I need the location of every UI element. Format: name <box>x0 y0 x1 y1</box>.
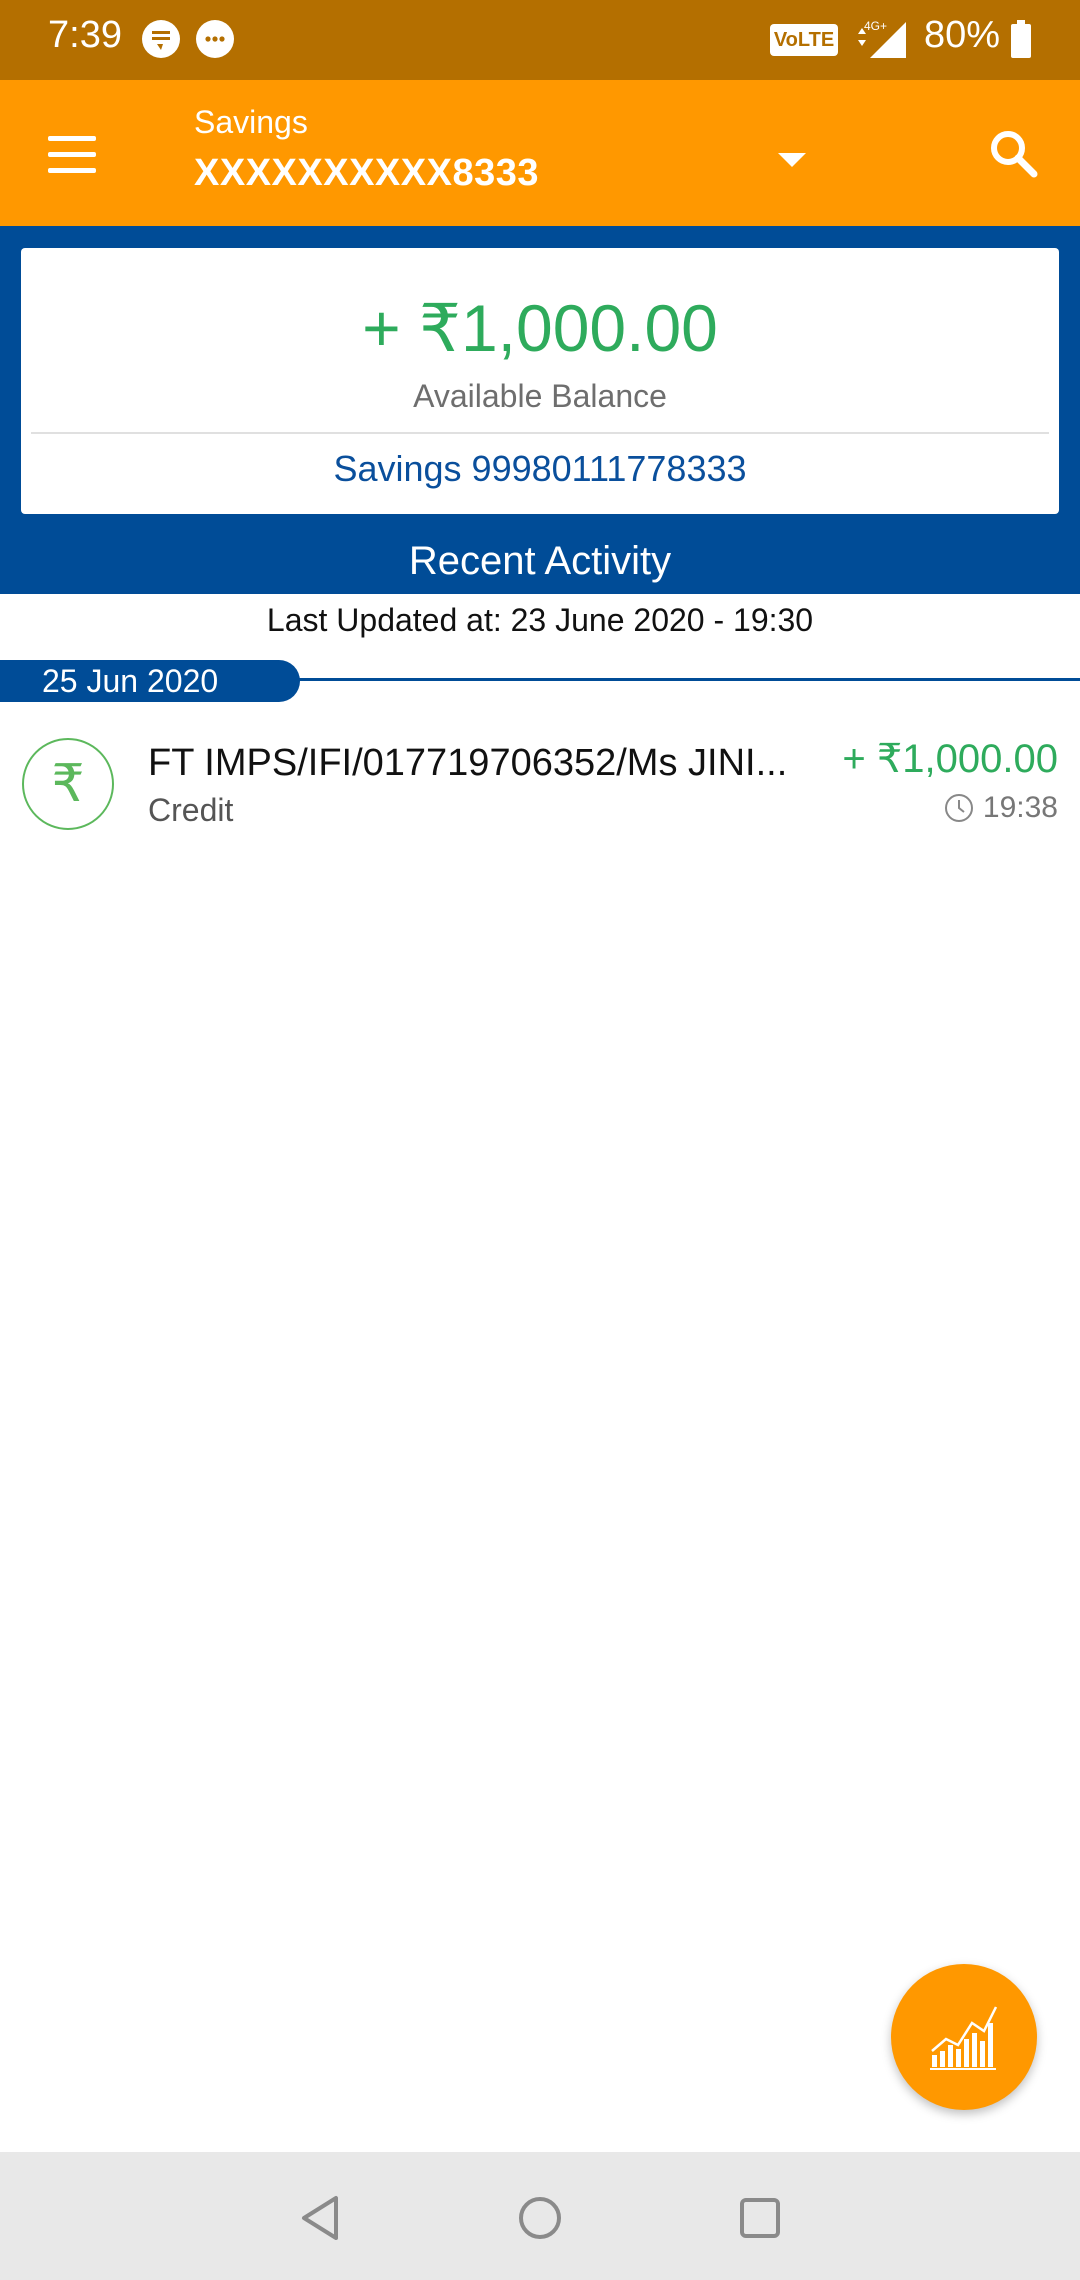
balance-panel: + ₹1,000.00 Available Balance Savings 99… <box>0 226 1080 594</box>
menu-icon <box>48 136 96 141</box>
date-header: 25 Jun 2020 <box>0 660 300 702</box>
network-type-label: 4G+ <box>864 19 887 33</box>
analytics-fab-button[interactable] <box>891 1964 1037 2110</box>
navigation-bar <box>0 2152 1080 2280</box>
transaction-row[interactable]: ₹ FT IMPS/IFI/017719706352/Ms JINI... Cr… <box>0 722 1080 842</box>
app-bar: Savings XXXXXXXXXX8333 <box>0 80 1080 226</box>
rupee-icon: ₹ <box>22 738 114 830</box>
divider <box>31 432 1049 434</box>
transaction-time: 19:38 <box>943 790 1058 826</box>
account-type-label: Savings <box>194 104 308 140</box>
chat-notification-icon <box>196 20 234 58</box>
battery-percent: 80% <box>924 14 1001 56</box>
dropdown-caret-icon[interactable] <box>772 144 812 174</box>
search-icon[interactable] <box>984 124 1044 184</box>
recents-icon[interactable] <box>730 2188 790 2248</box>
recent-activity-heading: Recent Activity <box>408 539 672 583</box>
transaction-amount: + ₹1,000.00 <box>842 737 1058 781</box>
signal-icon: 4G+ <box>852 18 912 67</box>
last-updated-text: Last Updated at: 23 June 2020 - 19:30 <box>266 602 814 638</box>
transaction-description: FT IMPS/IFI/017719706352/Ms JINI... <box>148 742 788 784</box>
account-number-line: Savings 99980111778333 <box>333 448 747 489</box>
battery-icon <box>1010 20 1032 58</box>
volte-badge: VoLTE <box>770 24 838 56</box>
clock-icon <box>944 794 973 823</box>
available-balance-label: Available Balance <box>413 378 667 414</box>
transaction-type: Credit <box>148 792 234 828</box>
back-icon[interactable] <box>292 2188 352 2248</box>
home-icon[interactable] <box>510 2188 570 2248</box>
available-balance-amount: + ₹1,000.00 <box>362 291 718 365</box>
status-time: 7:39 <box>48 14 122 56</box>
menu-button[interactable] <box>34 120 114 190</box>
account-number-selector[interactable]: XXXXXXXXXX8333 <box>194 152 539 195</box>
status-bar: 7:39 VoLTE 4G+ 80% <box>0 0 1080 80</box>
message-notification-icon <box>142 20 180 58</box>
transaction-time-label: 19:38 <box>982 791 1058 825</box>
analytics-chart-icon <box>930 2006 998 2070</box>
balance-card[interactable]: + ₹1,000.00 Available Balance Savings 99… <box>21 248 1059 514</box>
